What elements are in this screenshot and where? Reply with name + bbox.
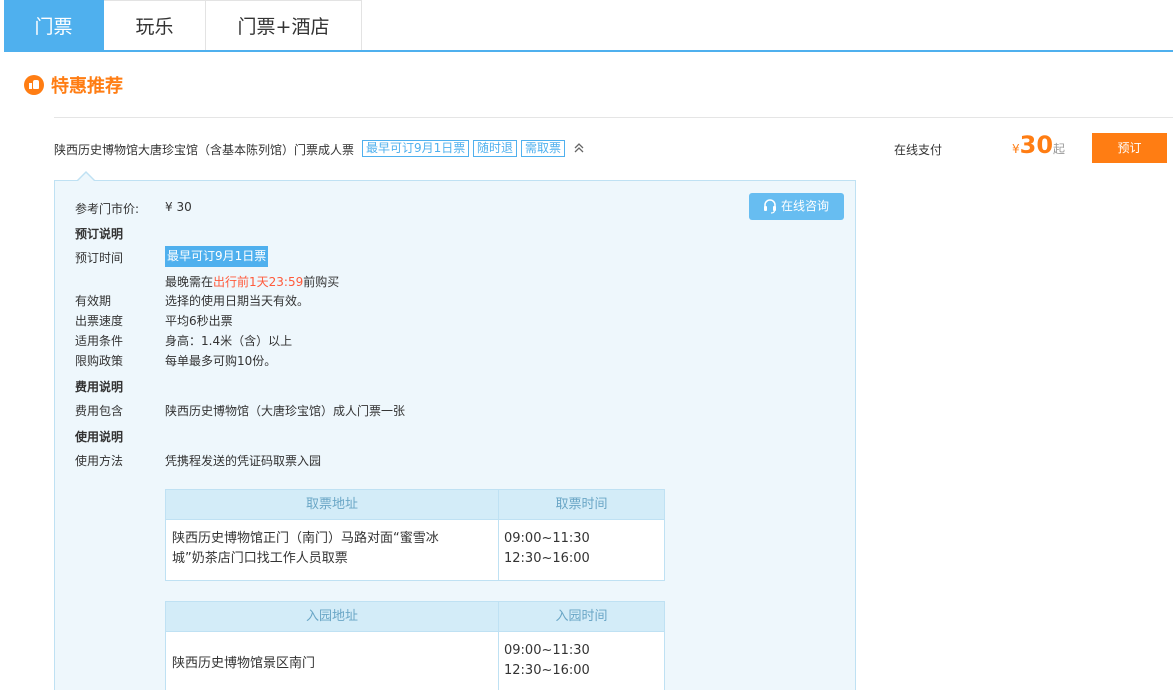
pickup-address: 陕西历史博物馆正门（南门）马路对面“蜜雪冰 城”奶茶店门口找工作人员取票	[166, 520, 499, 580]
speed-value: 平均6秒出票	[165, 314, 233, 328]
price-suffix: 起	[1053, 142, 1066, 156]
pickup-time: 09:00~11:30 12:30~16:00	[499, 520, 664, 580]
limit-label: 限购政策	[75, 354, 124, 368]
condition-label: 适用条件	[75, 334, 124, 348]
entry-address: 陕西历史博物馆景区南门	[166, 632, 499, 690]
section-header: 特惠推荐	[24, 73, 123, 97]
table-header: 取票地址 取票时间	[166, 490, 664, 520]
section-title: 特惠推荐	[51, 76, 123, 97]
usage-method-label: 使用方法	[75, 454, 124, 468]
table-row: 陕西历史博物馆正门（南门）马路对面“蜜雪冰 城”奶茶店门口找工作人员取票 09:…	[166, 520, 664, 580]
tab-activities[interactable]: 玩乐	[104, 0, 206, 50]
product-tabs: 门票 玩乐 门票+酒店	[4, 0, 1173, 52]
booking-time-label: 预订时间	[75, 251, 124, 265]
validity-label: 有效期	[75, 294, 112, 308]
condition-value: 身高：1.4米（含）以上	[165, 334, 293, 348]
fee-include-value: 陕西历史博物馆（大唐珍宝馆）成人门票一张	[165, 404, 406, 418]
book-button[interactable]: 预订	[1092, 133, 1167, 163]
entry-time: 09:00~11:30 12:30~16:00	[499, 632, 664, 690]
fee-heading: 费用说明	[75, 380, 124, 394]
latest-prefix: 最晚需在	[165, 275, 214, 289]
tag-earliest-date: 最早可订9月1日票	[362, 140, 470, 157]
tag-refund-anytime: 随时退	[473, 140, 518, 157]
ref-price-value: ¥ 30	[165, 200, 192, 214]
entry-table: 入园地址 入园时间 陕西历史博物馆景区南门 09:00~11:30 12:30~…	[165, 601, 665, 690]
chevron-up-icon[interactable]	[572, 141, 586, 155]
divider	[54, 117, 1173, 118]
pickup-address-line2: 城”奶茶店门口找工作人员取票	[172, 551, 348, 566]
panel-pointer-inner	[77, 173, 95, 182]
limit-value: 每单最多可购10份。	[165, 354, 277, 368]
tag-pickup-required: 需取票	[521, 140, 566, 157]
pickup-address-header: 取票地址	[166, 490, 499, 519]
speed-label: 出票速度	[75, 314, 124, 328]
thumbs-up-icon	[24, 75, 44, 95]
pickup-address-line1: 陕西历史博物馆正门（南门）马路对面“蜜雪冰	[172, 531, 439, 546]
entry-time-line1: 09:00~11:30	[504, 643, 590, 658]
tab-tickets[interactable]: 门票	[4, 0, 104, 50]
pickup-time-header: 取票时间	[555, 497, 608, 512]
usage-method-value: 凭携程发送的凭证码取票入园	[165, 454, 322, 468]
payment-method: 在线支付	[894, 143, 943, 157]
fee-include-label: 费用包含	[75, 404, 124, 418]
entry-time-header: 入园时间	[555, 609, 608, 624]
usage-heading: 使用说明	[75, 430, 124, 444]
latest-deadline: 出行前1天23:59	[213, 275, 304, 289]
headset-icon	[764, 199, 776, 214]
booking-heading: 预订说明	[75, 227, 124, 241]
validity-value: 选择的使用日期当天有效。	[165, 294, 310, 308]
pickup-time-line1: 09:00~11:30	[504, 531, 590, 546]
table-row: 陕西历史博物馆景区南门 09:00~11:30 12:30~16:00	[166, 632, 664, 690]
entry-time-line2: 12:30~16:00	[504, 663, 590, 678]
price: ¥30起	[1012, 131, 1065, 159]
pickup-time-line2: 12:30~16:00	[504, 551, 590, 566]
latest-purchase: 最晚需在出行前1天23:59前购买	[165, 273, 339, 290]
pickup-table: 取票地址 取票时间 陕西历史博物馆正门（南门）马路对面“蜜雪冰 城”奶茶店门口找…	[165, 489, 665, 581]
product-name[interactable]: 陕西历史博物馆大唐珍宝馆（含基本陈列馆）门票成人票	[54, 141, 354, 158]
price-currency: ¥	[1012, 142, 1020, 156]
table-header: 入园地址 入园时间	[166, 602, 664, 632]
entry-address-header: 入园地址	[166, 602, 499, 631]
booking-time-tag: 最早可订9月1日票	[165, 246, 269, 267]
latest-suffix: 前购买	[303, 275, 340, 289]
tab-ticket-hotel[interactable]: 门票+酒店	[206, 0, 362, 50]
price-value: 30	[1019, 131, 1054, 159]
ref-price-label: 参考门市价:	[75, 202, 140, 216]
